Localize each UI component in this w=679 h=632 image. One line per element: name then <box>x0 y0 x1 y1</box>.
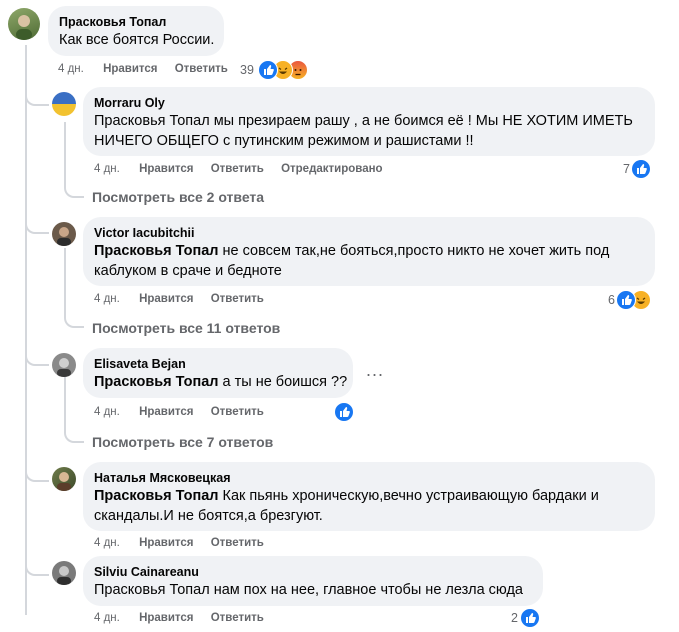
reply-author[interactable]: Silviu Cainareanu <box>94 564 199 580</box>
person-icon <box>57 227 71 246</box>
reply-actions: 4 дн. Нравится Ответить <box>94 612 278 624</box>
comment-bubble: Прасковья Топал Как все боятся России. <box>48 6 224 56</box>
reply-text-line: Прасковья Топал Как пьянь хроническую,ве… <box>94 486 599 506</box>
reply-text: Как пьянь хроническую,вечно устраивающую… <box>218 488 599 504</box>
reply-bubble: Morraru Oly Прасковья Топал мы презираем… <box>83 87 655 156</box>
avatar[interactable] <box>52 467 76 491</box>
thread-connector <box>25 80 49 106</box>
reply-text-line: НИЧЕГО ОБЩЕГО с путинским режимом и раши… <box>94 133 474 149</box>
like-icon <box>616 290 636 310</box>
reply-text-line: Прасковья Топал нам пох на нее, главное … <box>94 582 523 598</box>
reply-actions: 4 дн. Нравится Ответить <box>94 293 278 305</box>
reply-actions: 4 дн. Нравится Ответить Отредактировано <box>94 163 397 175</box>
like-button[interactable]: Нравится <box>139 293 193 305</box>
reply-text-line: скандалы.И не боятся,а брезгуют. <box>94 508 323 524</box>
like-button[interactable]: Нравится <box>139 537 193 549</box>
reaction-count[interactable]: 7 <box>600 162 630 176</box>
reply-author[interactable]: Наталья Мясковецкая <box>94 470 231 486</box>
comment-actions: 4 дн. Нравится Ответить <box>58 63 242 75</box>
reaction-count[interactable]: 2 <box>492 611 518 625</box>
comment-time[interactable]: 4 дн. <box>58 63 84 75</box>
reply-author[interactable]: Elisaveta Bejan <box>94 356 186 372</box>
like-button[interactable]: Нравится <box>139 406 193 418</box>
like-icon <box>631 159 651 179</box>
reply-text-line: каблуком в сраче и бедноте <box>94 263 282 279</box>
view-all-replies-link[interactable]: Посмотреть все 11 ответов <box>92 320 280 336</box>
like-button[interactable]: Нравится <box>139 163 193 175</box>
like-button[interactable]: Нравится <box>103 63 157 75</box>
reply-thread-line <box>64 377 66 427</box>
person-icon <box>57 472 71 491</box>
reply-button[interactable]: Ответить <box>211 163 264 175</box>
person-icon <box>57 566 71 585</box>
thread-connector <box>25 550 49 576</box>
person-icon <box>57 358 71 377</box>
reply-author[interactable]: Morraru Oly <box>94 95 165 111</box>
mention-link[interactable]: Прасковья Топал <box>94 374 218 390</box>
reply-time[interactable]: 4 дн. <box>94 163 120 175</box>
reply-author[interactable]: Victor Iacubitchii <box>94 225 195 241</box>
thread-connector <box>25 208 49 234</box>
comment-text: Как все боятся России. <box>59 32 215 48</box>
avatar[interactable] <box>52 353 76 377</box>
reply-bubble: Silviu Cainareanu Прасковья Топал нам по… <box>83 556 543 606</box>
reply-time[interactable]: 4 дн. <box>94 293 120 305</box>
reply-actions: 4 дн. Нравится Ответить <box>94 537 278 549</box>
reply-thread-line <box>64 122 66 182</box>
reply-button[interactable]: Ответить <box>211 293 264 305</box>
reply-text-line: Прасковья Топал мы презираем рашу , а не… <box>94 113 633 129</box>
reply-actions: 4 дн. Нравится Ответить <box>94 406 278 418</box>
reply-bubble: Elisaveta Bejan Прасковья Топал а ты не … <box>83 348 353 398</box>
reply-text-line: Прасковья Топал а ты не боишся ?? <box>94 372 347 392</box>
comment-author[interactable]: Прасковья Топал <box>59 14 166 30</box>
edited-label: Отредактировано <box>281 163 383 175</box>
reply-time[interactable]: 4 дн. <box>94 406 120 418</box>
like-button[interactable]: Нравится <box>139 612 193 624</box>
like-icon <box>258 60 278 80</box>
view-all-replies-link[interactable]: Посмотреть все 2 ответа <box>92 189 264 205</box>
mention-link[interactable]: Прасковья Топал <box>94 243 218 259</box>
reply-connector <box>64 421 84 443</box>
reply-connector <box>64 306 84 328</box>
reply-text: не совсем так,не бояться,просто никто не… <box>218 243 610 259</box>
avatar[interactable] <box>52 222 76 246</box>
reply-button[interactable]: Ответить <box>175 63 228 75</box>
reply-time[interactable]: 4 дн. <box>94 612 120 624</box>
more-options-button[interactable]: ... <box>366 360 384 381</box>
thread-connector <box>25 340 49 366</box>
reply-bubble: Наталья Мясковецкая Прасковья Топал Как … <box>83 462 655 531</box>
mention-link[interactable]: Прасковья Топал <box>94 488 218 504</box>
reply-thread-line <box>64 248 66 312</box>
reply-text-line: Прасковья Топал не совсем так,не бояться… <box>94 241 609 261</box>
reply-time[interactable]: 4 дн. <box>94 537 120 549</box>
reply-bubble: Victor Iacubitchii Прасковья Топал не со… <box>83 217 655 286</box>
reaction-count[interactable]: 39 <box>240 63 254 77</box>
view-all-replies-link[interactable]: Посмотреть все 7 ответов <box>92 434 273 450</box>
avatar[interactable] <box>8 8 40 40</box>
thread-line <box>25 45 27 615</box>
reply-button[interactable]: Ответить <box>211 612 264 624</box>
person-icon <box>16 15 32 40</box>
reply-button[interactable]: Ответить <box>211 537 264 549</box>
reply-text: а ты не боишся ?? <box>218 374 348 390</box>
avatar[interactable] <box>52 561 76 585</box>
reply-connector <box>64 176 84 198</box>
like-icon <box>520 608 540 628</box>
avatar[interactable] <box>52 92 76 116</box>
reaction-count[interactable]: 6 <box>585 293 615 307</box>
reply-button[interactable]: Ответить <box>211 406 264 418</box>
like-icon[interactable] <box>334 402 354 422</box>
thread-connector <box>25 456 49 482</box>
